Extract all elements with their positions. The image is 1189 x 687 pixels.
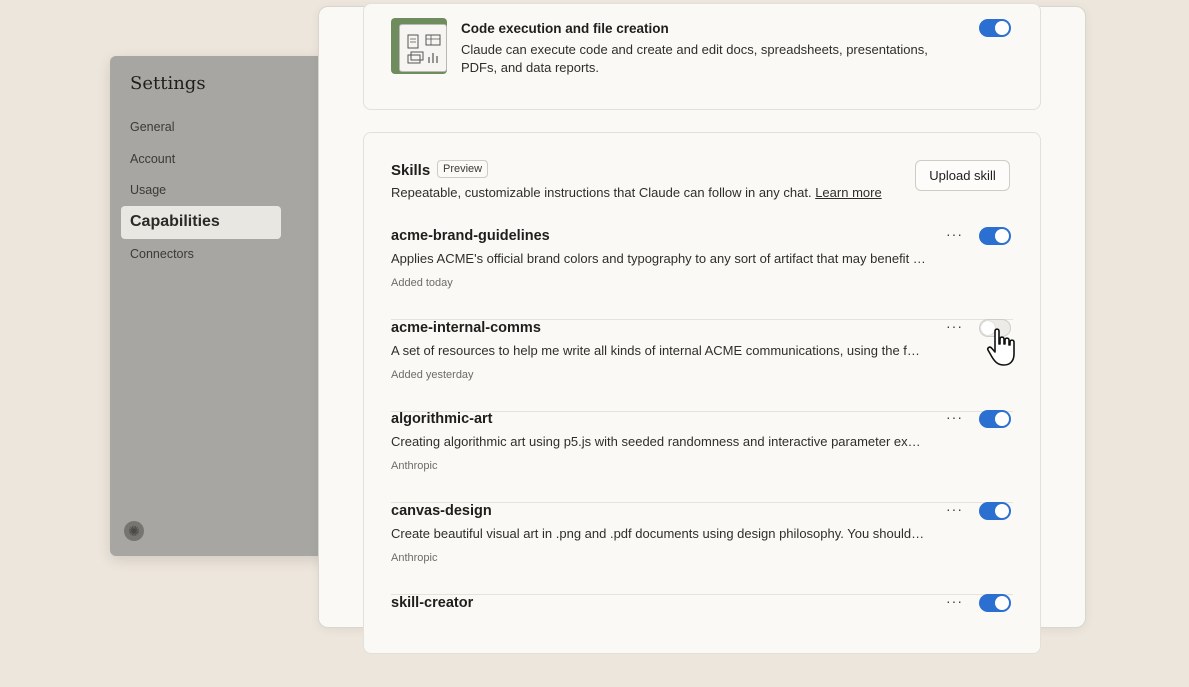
skill-meta: Anthropic <box>391 460 438 472</box>
skill-meta: Added yesterday <box>391 369 474 381</box>
hand-pointer-icon <box>985 327 1025 374</box>
skills-description: Repeatable, customizable instructions th… <box>391 185 882 200</box>
settings-title: Settings <box>130 73 206 94</box>
more-options-icon[interactable]: ··· <box>946 318 963 334</box>
code-execution-card: Code execution and file creation Claude … <box>363 3 1041 110</box>
skills-card: Skills Preview Repeatable, customizable … <box>363 132 1041 654</box>
nav-item-account[interactable]: Account <box>130 152 175 166</box>
skill-name: algorithmic-art <box>391 411 493 427</box>
learn-more-link[interactable]: Learn more <box>815 185 881 200</box>
skill-row: acme-internal-comms A set of resources t… <box>391 318 1013 412</box>
preview-badge: Preview <box>437 160 489 178</box>
more-options-icon[interactable]: ··· <box>946 501 963 517</box>
code-execution-title: Code execution and file creation <box>461 21 669 36</box>
nav-item-usage[interactable]: Usage <box>130 183 166 197</box>
more-options-icon[interactable]: ··· <box>946 226 963 242</box>
code-execution-description: Claude can execute code and create and e… <box>461 42 928 75</box>
skills-description-text: Repeatable, customizable instructions th… <box>391 185 812 200</box>
skill-toggle[interactable] <box>979 227 1011 245</box>
skill-toggle[interactable] <box>979 410 1011 428</box>
claude-logo-icon: ✺ <box>124 521 144 541</box>
skill-meta: Anthropic <box>391 552 438 564</box>
skill-description: Create beautiful visual art in .png and … <box>391 526 926 541</box>
skill-row: canvas-design Create beautiful visual ar… <box>391 501 1013 595</box>
more-options-icon[interactable]: ··· <box>946 593 963 609</box>
skill-description: Applies ACME's official brand colors and… <box>391 251 926 266</box>
skill-meta: Added today <box>391 277 453 289</box>
skill-description: Creating algorithmic art using p5.js wit… <box>391 434 926 449</box>
skill-name: acme-internal-comms <box>391 320 541 336</box>
skills-title: Skills <box>391 162 431 179</box>
nav-item-capabilities-label: Capabilities <box>130 213 220 230</box>
capabilities-panel: Code execution and file creation Claude … <box>318 3 1086 654</box>
skill-row: algorithmic-art Creating algorithmic art… <box>391 409 1013 503</box>
skill-name: canvas-design <box>391 503 492 519</box>
skill-name: skill-creator <box>391 595 474 611</box>
settings-sidebar-window: Settings General Account Usage Capabilit… <box>110 56 350 556</box>
upload-skill-button[interactable]: Upload skill <box>915 160 1010 191</box>
nav-item-general[interactable]: General <box>130 120 174 134</box>
skill-name: acme-brand-guidelines <box>391 228 550 244</box>
more-options-icon[interactable]: ··· <box>946 409 963 425</box>
skill-toggle[interactable] <box>979 502 1011 520</box>
skill-toggle[interactable] <box>979 594 1011 612</box>
skill-row: acme-brand-guidelines Applies ACME's off… <box>391 226 1013 320</box>
skill-row: skill-creator ··· <box>391 593 1013 687</box>
code-execution-toggle[interactable] <box>979 19 1011 37</box>
file-creation-icon <box>391 18 447 74</box>
skill-description: A set of resources to help me write all … <box>391 343 926 358</box>
nav-item-connectors[interactable]: Connectors <box>130 247 194 261</box>
nav-item-capabilities[interactable]: Capabilities <box>121 206 281 239</box>
